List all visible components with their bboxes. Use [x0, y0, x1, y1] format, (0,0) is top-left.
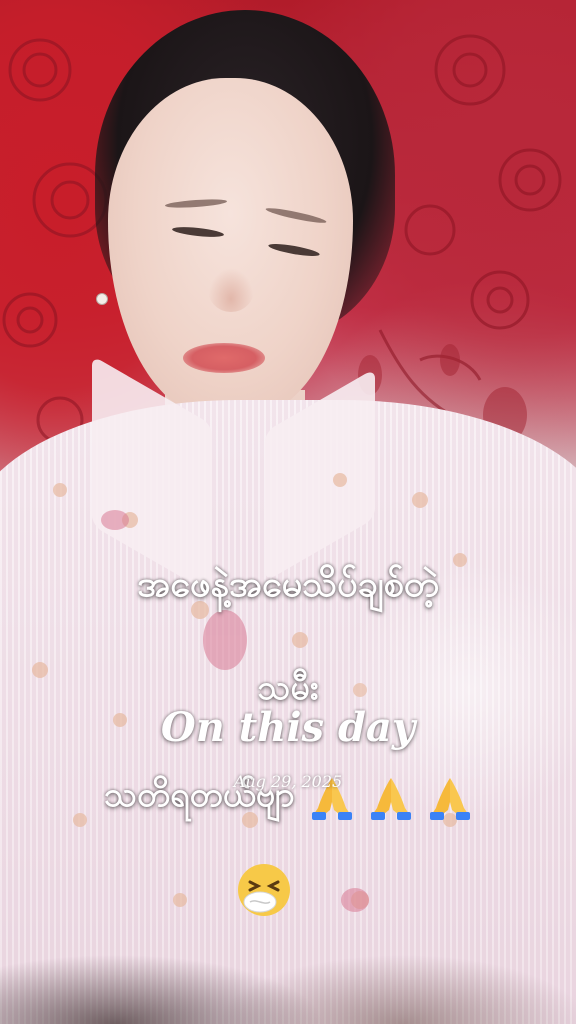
caption-line-1: အဖေနဲ့အမေသိပ်ချစ်တဲ့ — [137, 564, 439, 605]
caption-overlay: အဖေနဲ့အမေသိပ်ချစ်တဲ့ သမီး On this day သတ… — [0, 0, 576, 1024]
sneezing-face-icon — [238, 864, 290, 916]
on-this-day-title: On this day — [160, 704, 416, 751]
memory-date: Aug 29, 2025 — [233, 772, 343, 791]
